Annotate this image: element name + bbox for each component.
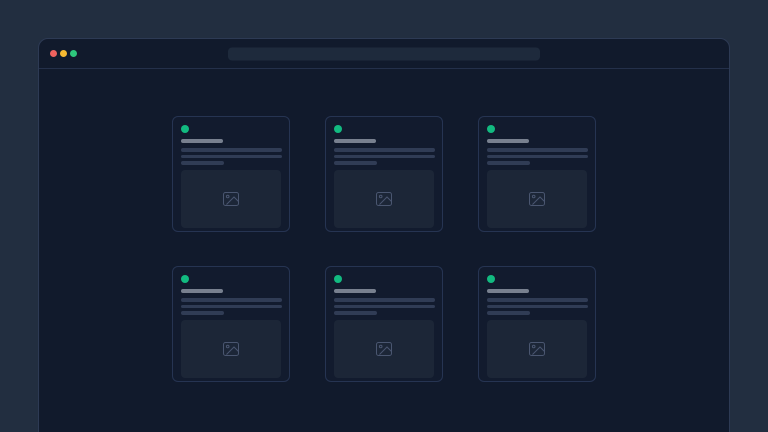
status-indicator-dot [487,275,495,283]
image-placeholder [181,320,281,378]
card[interactable] [478,266,596,382]
skeleton-line [334,155,435,159]
skeleton-line [487,161,530,165]
skeleton-title [487,139,529,143]
status-indicator-dot [334,275,342,283]
skeleton-line [334,311,377,315]
status-indicator-dot [334,125,342,133]
card[interactable] [172,116,290,232]
image-placeholder-icon [223,342,239,356]
skeleton-line [487,305,588,309]
skeleton-line [181,148,282,152]
skeleton-line [487,298,588,302]
image-placeholder [487,170,587,228]
skeleton-title [334,289,376,293]
status-indicator-dot [181,125,189,133]
skeleton-line [181,298,282,302]
card[interactable] [478,116,596,232]
image-placeholder [487,320,587,378]
image-placeholder-icon [376,192,392,206]
address-bar[interactable] [228,47,540,60]
skeleton-line [181,305,282,309]
skeleton-title [334,139,376,143]
cards-grid [39,116,729,382]
skeleton-line [181,161,224,165]
image-placeholder-icon [529,342,545,356]
skeleton-line [334,305,435,309]
image-placeholder [181,170,281,228]
image-placeholder [334,170,434,228]
titlebar [39,39,729,69]
content-area [39,116,729,382]
status-indicator-dot [181,275,189,283]
close-button[interactable] [50,50,57,57]
card[interactable] [325,116,443,232]
skeleton-line [181,155,282,159]
browser-window [38,38,730,432]
skeleton-line [487,311,530,315]
image-placeholder-icon [223,192,239,206]
skeleton-title [181,139,223,143]
skeleton-line [334,148,435,152]
card[interactable] [325,266,443,382]
minimize-button[interactable] [60,50,67,57]
maximize-button[interactable] [70,50,77,57]
image-placeholder-icon [529,192,545,206]
status-indicator-dot [487,125,495,133]
skeleton-title [487,289,529,293]
skeleton-line [487,155,588,159]
card[interactable] [172,266,290,382]
image-placeholder-icon [376,342,392,356]
skeleton-line [487,148,588,152]
skeleton-title [181,289,223,293]
skeleton-line [334,298,435,302]
skeleton-line [181,311,224,315]
image-placeholder [334,320,434,378]
page-background: { "window": { "traffic_lights": [ {"name… [0,0,768,432]
skeleton-line [334,161,377,165]
traffic-lights [50,50,77,57]
